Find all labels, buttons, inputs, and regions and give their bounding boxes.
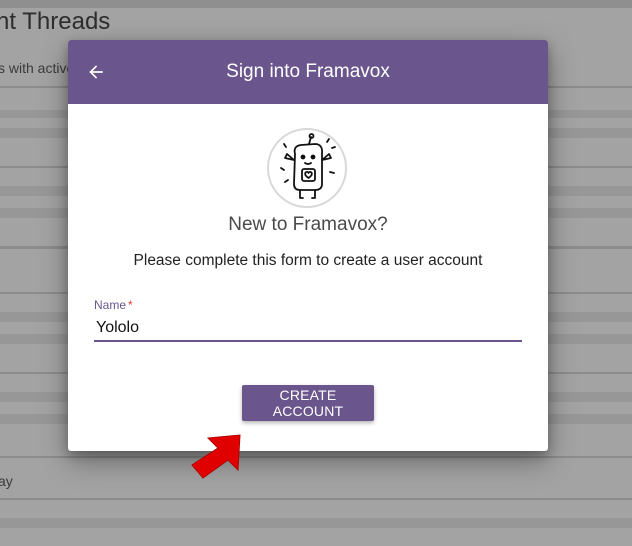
background-footer-text: ay bbox=[0, 473, 13, 489]
background-page-heading: nt Threads bbox=[0, 8, 111, 35]
name-input[interactable] bbox=[94, 316, 522, 342]
sign-in-dialog: Sign into Framavox New to Framavox? Plea… bbox=[68, 40, 548, 451]
create-account-button[interactable]: CREATE ACCOUNT bbox=[242, 385, 374, 421]
background-divider bbox=[0, 456, 632, 458]
background-subtext: s with active bbox=[0, 60, 75, 76]
background-topbar bbox=[0, 0, 632, 8]
back-button[interactable] bbox=[80, 56, 112, 88]
dialog-header: Sign into Framavox bbox=[68, 40, 548, 104]
mascot-avatar bbox=[267, 128, 347, 208]
instructions-text: Please complete this form to create a us… bbox=[133, 252, 483, 269]
red-pointer-arrow-icon bbox=[191, 434, 241, 479]
name-field: Name * bbox=[94, 296, 522, 344]
required-marker: * bbox=[128, 298, 133, 312]
dialog-title: Sign into Framavox bbox=[226, 61, 390, 82]
welcome-heading: New to Framavox? bbox=[228, 214, 388, 235]
robot-mascot-icon bbox=[280, 133, 336, 199]
name-label-text: Name bbox=[94, 298, 127, 312]
arrow-left-icon bbox=[89, 65, 103, 79]
background-divider bbox=[0, 498, 632, 500]
name-field-label: Name * bbox=[94, 298, 133, 312]
background-placeholder-line bbox=[0, 518, 632, 528]
